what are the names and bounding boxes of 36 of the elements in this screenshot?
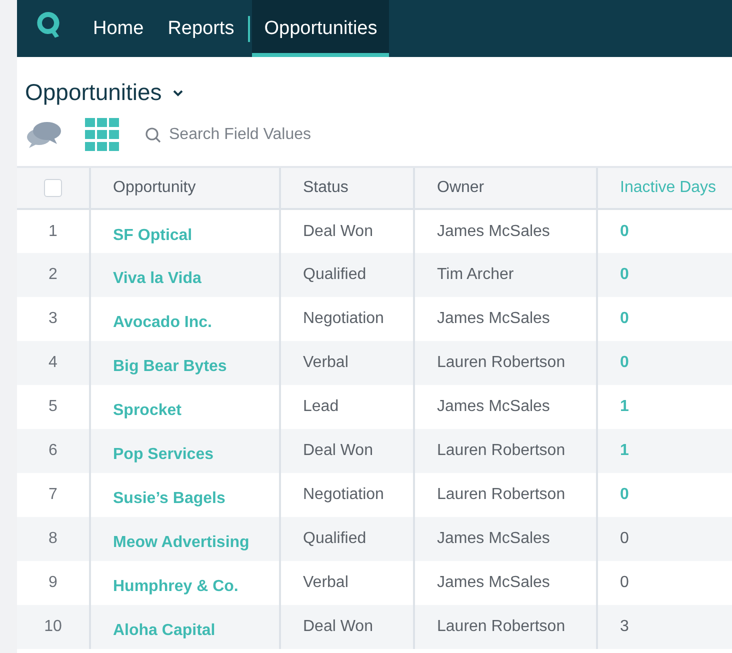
table-cell: Lauren Robertson: [414, 429, 597, 473]
table-cell: Verbal: [280, 341, 414, 385]
chat-bubbles-icon[interactable]: [25, 120, 63, 150]
nav-tab[interactable]: Home: [81, 0, 156, 57]
chevron-down-icon: [172, 88, 184, 96]
row-number: 2: [17, 253, 90, 297]
nav-tab[interactable]: Reports: [156, 0, 246, 57]
table-cell: 3: [597, 605, 732, 649]
search-icon: [145, 127, 161, 143]
row-number: 10: [17, 605, 90, 649]
table-cell: Tim Archer: [414, 253, 597, 297]
nav-tab[interactable]: Opportunities: [252, 0, 390, 57]
table-cell: Qualified: [280, 517, 414, 561]
opportunity-link[interactable]: Meow Advertising: [90, 517, 280, 561]
table-cell: 0: [597, 561, 732, 605]
column-header[interactable]: Status: [280, 168, 414, 209]
select-all-checkbox[interactable]: [44, 178, 62, 197]
opportunity-link[interactable]: Pop Services: [90, 429, 280, 473]
column-header[interactable]: Opportunity: [90, 168, 280, 209]
table-cell: Deal Won: [280, 429, 414, 473]
row-number: 8: [17, 517, 90, 561]
row-number: 6: [17, 429, 90, 473]
table-cell: Qualified: [280, 253, 414, 297]
row-number: 4: [17, 341, 90, 385]
table-cell: 0: [597, 517, 732, 561]
column-header[interactable]: Owner: [414, 168, 597, 209]
table-cell: James McSales: [414, 517, 597, 561]
view-title-dropdown[interactable]: Opportunities: [25, 79, 184, 106]
opportunity-link[interactable]: Viva la Vida: [90, 253, 280, 297]
column-header[interactable]: Inactive Days: [597, 168, 732, 209]
table-cell: Lauren Robertson: [414, 605, 597, 649]
grid-icon[interactable]: [85, 118, 119, 152]
opportunity-link[interactable]: Big Bear Bytes: [90, 341, 280, 385]
table-cell: Deal Won: [280, 605, 414, 649]
opportunity-link[interactable]: Aloha Capital: [90, 605, 280, 649]
table-cell: Lauren Robertson: [414, 341, 597, 385]
